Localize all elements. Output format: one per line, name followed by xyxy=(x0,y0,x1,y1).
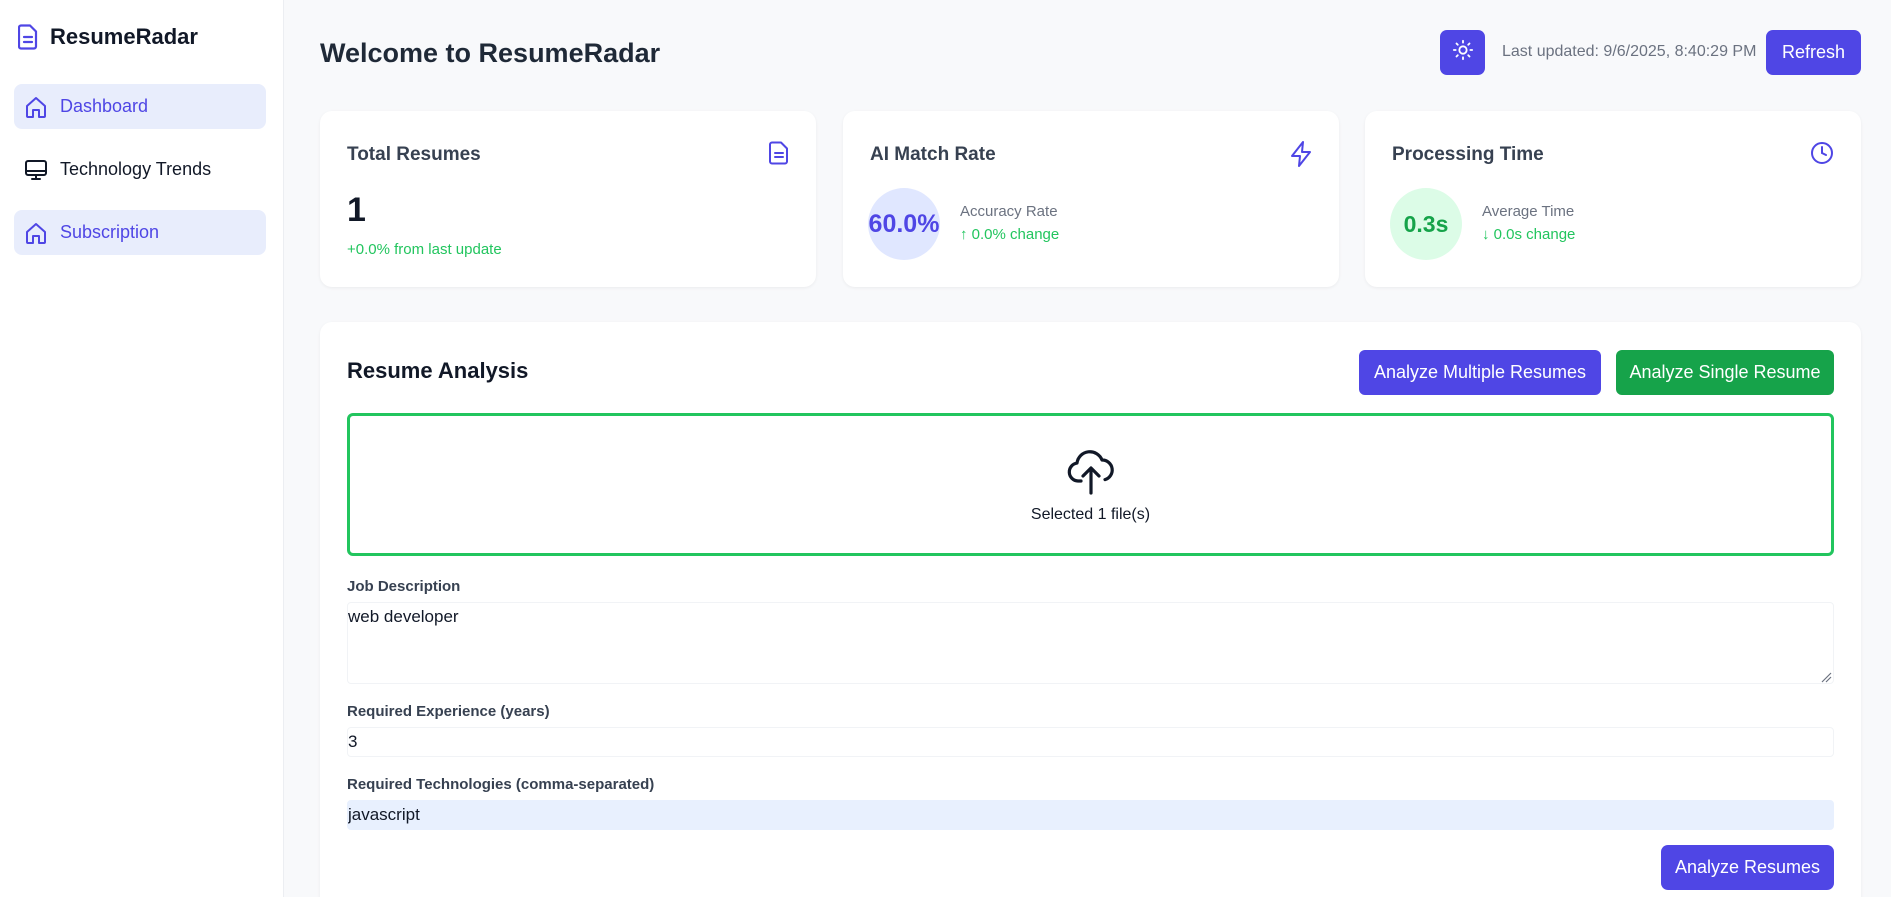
total-resumes-card: Total Resumes 1 +0.0% from last update xyxy=(320,111,816,287)
sidebar-item-technology-trends[interactable]: Technology Trends xyxy=(14,147,266,192)
total-resumes-value: 1 xyxy=(347,191,366,229)
total-resumes-change: +0.0% from last update xyxy=(347,241,502,258)
dropzone-text: Selected 1 file(s) xyxy=(1030,506,1151,523)
home-icon xyxy=(24,221,48,245)
accuracy-value: 60.0% xyxy=(868,209,940,238)
stat-title: AI Match Rate xyxy=(870,144,996,165)
experience-label: Required Experience (years) xyxy=(347,703,550,720)
document-icon xyxy=(18,24,38,50)
accuracy-label: Accuracy Rate xyxy=(960,203,1058,220)
accuracy-change: ↑ 0.0% change xyxy=(960,226,1060,243)
processing-value: 0.3s xyxy=(1403,210,1449,237)
sun-icon xyxy=(1452,39,1474,66)
sidebar-item-dashboard[interactable]: Dashboard xyxy=(14,84,266,129)
processing-circle: 0.3s xyxy=(1390,188,1462,260)
job-description-label: Job Description xyxy=(347,578,461,595)
technologies-label: Required Technologies (comma-separated) xyxy=(347,776,655,793)
experience-input[interactable] xyxy=(347,727,1834,757)
monitor-icon xyxy=(24,158,48,182)
section-title: Resume Analysis xyxy=(347,358,529,383)
clock-icon xyxy=(1810,141,1834,170)
sidebar-item-label: Dashboard xyxy=(60,96,149,116)
analyze-resumes-button[interactable]: Analyze Resumes xyxy=(1661,845,1834,890)
last-updated-text: Last updated: 9/6/2025, 8:40:29 PM xyxy=(1502,43,1757,60)
technologies-input[interactable] xyxy=(347,800,1834,830)
sidebar: ResumeRadar Dashboard Technology Trends … xyxy=(0,0,284,897)
analyze-multiple-button[interactable]: Analyze Multiple Resumes xyxy=(1359,350,1601,395)
file-dropzone[interactable]: Selected 1 file(s) xyxy=(347,413,1834,556)
page-title: Welcome to ResumeRadar xyxy=(320,38,661,68)
resume-analysis-panel: Resume Analysis Analyze Multiple Resumes… xyxy=(320,322,1861,897)
brand[interactable]: ResumeRadar xyxy=(18,24,198,50)
analyze-single-button[interactable]: Analyze Single Resume xyxy=(1616,350,1834,395)
resize-handle-icon[interactable] xyxy=(1820,670,1832,683)
document-icon xyxy=(769,141,789,170)
accuracy-circle: 60.0% xyxy=(868,188,940,260)
lightning-icon xyxy=(1290,141,1312,172)
sidebar-item-label: Technology Trends xyxy=(60,159,212,179)
refresh-button[interactable]: Refresh xyxy=(1766,30,1861,75)
ai-match-rate-card: AI Match Rate 60.0% Accuracy Rate ↑ 0.0%… xyxy=(843,111,1339,287)
app-name: ResumeRadar xyxy=(50,24,198,49)
job-description-textarea[interactable]: web developer xyxy=(347,602,1834,684)
home-icon xyxy=(24,95,48,119)
processing-change: ↓ 0.0s change xyxy=(1482,226,1576,243)
processing-label: Average Time xyxy=(1482,203,1575,220)
processing-time-card: Processing Time 0.3s Average Time ↓ 0.0s… xyxy=(1365,111,1861,287)
theme-toggle-button[interactable] xyxy=(1440,30,1485,75)
cloud-upload-icon xyxy=(1067,445,1115,500)
sidebar-item-label: Subscription xyxy=(60,222,160,242)
stat-title: Processing Time xyxy=(1392,144,1544,165)
sidebar-item-subscription[interactable]: Subscription xyxy=(14,210,266,255)
stat-title: Total Resumes xyxy=(347,144,481,165)
